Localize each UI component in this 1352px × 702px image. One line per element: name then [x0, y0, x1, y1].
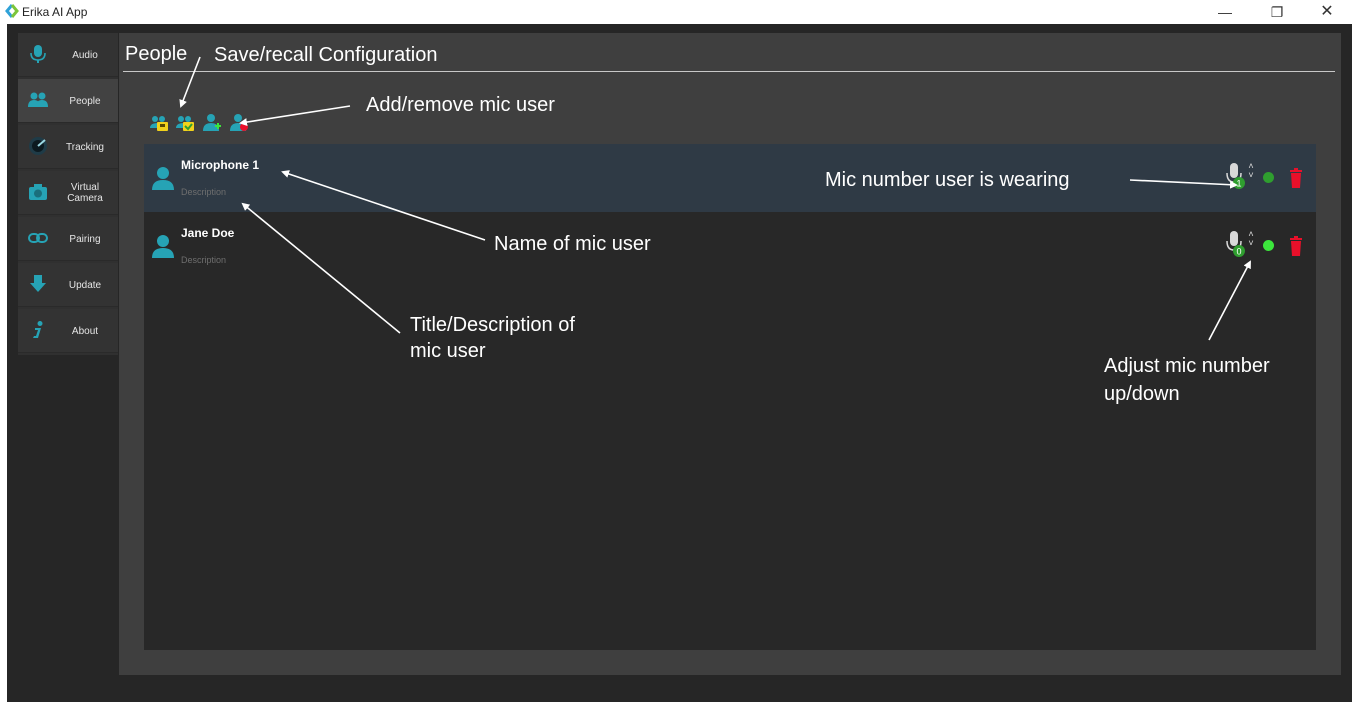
- sidebar-item-pairing[interactable]: Pairing: [18, 217, 118, 261]
- annotation-title-desc-line2: mic user: [410, 340, 486, 362]
- sidebar-item-update[interactable]: Update: [18, 263, 118, 307]
- annotation-add-remove: Add/remove mic user: [366, 94, 555, 116]
- sidebar-item-label: People: [69, 95, 101, 107]
- delete-user-icon[interactable]: [1288, 234, 1304, 258]
- update-icon: [30, 275, 46, 292]
- status-indicator: [1263, 172, 1274, 183]
- mic-number: 0: [1236, 247, 1241, 257]
- user-description[interactable]: Description: [181, 187, 226, 197]
- sidebar-item-label: Tracking: [66, 141, 104, 153]
- camera-icon: [29, 184, 47, 200]
- link-icon: [28, 233, 48, 243]
- sidebar: Audio People Tracking Virtual Camera Pai…: [18, 33, 118, 355]
- sidebar-item-label: Update: [68, 279, 102, 291]
- list-item[interactable]: Microphone 1 Description 1 ˄ ˅: [144, 144, 1316, 212]
- user-description[interactable]: Description: [181, 255, 226, 265]
- sidebar-item-tracking[interactable]: Tracking: [18, 125, 118, 169]
- page-title: People: [125, 43, 188, 65]
- close-button[interactable]: ✕: [1312, 2, 1342, 22]
- sidebar-item-about[interactable]: About: [18, 309, 118, 353]
- status-indicator: [1263, 240, 1274, 251]
- remove-user-icon[interactable]: [229, 113, 249, 133]
- tracking-icon: [29, 137, 47, 155]
- user-avatar-icon: [152, 167, 174, 190]
- annotation-adjust-line1: Adjust mic number: [1104, 355, 1270, 377]
- sidebar-item-virtual-camera[interactable]: Virtual Camera: [18, 171, 118, 215]
- mic-number-icon: 0: [1226, 231, 1245, 257]
- mic-number-icon: 1: [1226, 163, 1245, 189]
- user-avatar-icon: [152, 235, 174, 258]
- recall-config-icon[interactable]: [175, 113, 195, 133]
- add-user-icon[interactable]: [202, 113, 222, 133]
- sidebar-item-people[interactable]: People: [18, 79, 118, 123]
- app-logo-icon: [5, 4, 19, 18]
- sidebar-item-label: About: [71, 325, 99, 337]
- minimize-button[interactable]: —: [1210, 2, 1240, 22]
- divider: [123, 71, 1335, 72]
- user-name[interactable]: Microphone 1: [181, 158, 259, 172]
- annotation-mic-number: Mic number user is wearing: [825, 169, 1070, 191]
- maximize-button[interactable]: ❐: [1262, 2, 1292, 22]
- list-item[interactable]: Jane Doe Description 0 ˄ ˅: [144, 212, 1316, 280]
- sidebar-item-label: Audio: [72, 49, 98, 61]
- annotation-save-recall: Save/recall Configuration: [214, 44, 438, 66]
- window-title: Erika AI App: [22, 5, 88, 19]
- sidebar-item-audio[interactable]: Audio: [18, 33, 118, 77]
- mic-number-stepper[interactable]: ˄ ˅: [1247, 230, 1255, 252]
- mic-number-stepper[interactable]: ˄ ˅: [1247, 162, 1255, 184]
- microphone-icon: [30, 45, 46, 63]
- mic-number: 1: [1236, 179, 1241, 189]
- sidebar-item-label: Pairing: [69, 233, 101, 245]
- annotation-name: Name of mic user: [494, 233, 651, 255]
- title-bar: Erika AI App — ❐ ✕: [0, 0, 1352, 24]
- people-icon: [28, 92, 48, 107]
- save-config-icon[interactable]: [149, 113, 169, 133]
- user-name[interactable]: Jane Doe: [181, 226, 234, 240]
- annotation-adjust-line2: up/down: [1104, 383, 1180, 405]
- annotation-title-desc-line1: Title/Description of: [410, 314, 575, 336]
- delete-user-icon[interactable]: [1288, 166, 1304, 190]
- sidebar-item-label: Virtual Camera: [67, 182, 103, 204]
- info-icon: [33, 321, 43, 338]
